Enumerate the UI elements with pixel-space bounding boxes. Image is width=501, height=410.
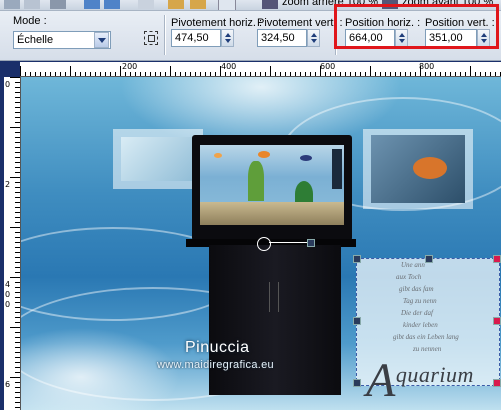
filter <box>332 149 342 189</box>
divider <box>164 15 166 55</box>
pivot-point-icon[interactable] <box>257 237 271 251</box>
pivot-v-input[interactable]: 324,50 <box>257 29 307 47</box>
transform-icon-inner <box>148 35 155 42</box>
pivot-v-spinner[interactable] <box>307 29 320 47</box>
redo-icon[interactable] <box>104 0 120 9</box>
script-text: Une ann <box>401 261 425 269</box>
ruler-ticks <box>10 77 20 408</box>
cabinet-door-line <box>269 282 270 312</box>
tank-gravel <box>200 202 344 225</box>
aquarium-cabinet <box>209 245 341 395</box>
pivot-h-input[interactable]: 474,50 <box>171 29 221 47</box>
pivot-v-label: Pivotement vert. : <box>257 17 343 29</box>
tool-icon[interactable] <box>4 0 20 9</box>
layer-icon[interactable] <box>168 0 184 9</box>
resize-handle[interactable] <box>353 379 361 387</box>
resize-handle[interactable] <box>493 255 501 263</box>
cabinet-door-line <box>278 282 279 312</box>
chevron-down-icon[interactable] <box>94 32 109 48</box>
script-text: gibt das fam <box>399 285 434 293</box>
doc-icon[interactable] <box>138 0 154 9</box>
ruler-label: 200 <box>122 62 138 71</box>
ruler-label: 400 <box>221 62 237 71</box>
watermark-name: Pinuccia <box>185 339 250 356</box>
print-icon[interactable] <box>50 0 66 9</box>
vertical-ruler[interactable]: 0 2 4 0 0 6 <box>4 77 21 410</box>
left-thumbnail <box>121 137 197 181</box>
ruler-label: 0 <box>5 80 11 89</box>
ruler-label: 0 <box>5 300 11 309</box>
fish <box>258 151 270 158</box>
resize-handle[interactable] <box>493 317 501 325</box>
ruler-label: 800 <box>419 62 435 71</box>
script-text: Die der daf <box>401 309 433 317</box>
script-text: kinder leben <box>403 321 438 329</box>
tool-icon[interactable] <box>24 0 40 9</box>
ruler-label: 6 <box>5 380 11 389</box>
pivot-h-label: Pivotement horiz. : <box>171 17 263 29</box>
rotation-handle[interactable] <box>269 242 311 243</box>
aquarium-title: Aquarium <box>366 339 474 407</box>
ruler-label: 2 <box>5 180 11 189</box>
rotation-handle-knob[interactable] <box>307 239 315 247</box>
zoom-out-icon[interactable] <box>262 0 278 9</box>
horizontal-ruler[interactable]: 200 400 600 800 <box>20 62 501 77</box>
fish <box>300 155 312 161</box>
transform-icon[interactable] <box>144 31 158 45</box>
undo-icon[interactable] <box>84 0 100 9</box>
script-text: Tag zu nenn <box>403 297 437 305</box>
plant <box>248 161 264 201</box>
resize-handle[interactable] <box>353 317 361 325</box>
fish-thumbnail <box>371 135 465 203</box>
fish <box>214 153 222 158</box>
ruler-label: 600 <box>320 62 336 71</box>
resize-handle[interactable] <box>425 255 433 263</box>
layer-icon[interactable] <box>190 0 206 9</box>
resize-handle[interactable] <box>493 379 501 387</box>
ruler-label: 0 <box>5 290 11 299</box>
watermark-site: www.maidiregrafica.eu <box>157 359 274 371</box>
image-canvas[interactable]: Une ann aux Toch gibt das fam Tag zu nen… <box>21 77 501 410</box>
pivot-h-spinner[interactable] <box>221 29 234 47</box>
ruler-label: 4 <box>5 280 11 289</box>
window-icon[interactable] <box>218 0 236 10</box>
position-highlight <box>334 4 499 49</box>
script-text: aux Toch <box>396 273 422 281</box>
resize-handle[interactable] <box>353 255 361 263</box>
aquarium-rest: quarium <box>395 362 474 387</box>
mode-label: Mode : <box>13 15 47 27</box>
aquarium-initial: A <box>366 354 396 407</box>
goldfish <box>413 157 447 179</box>
